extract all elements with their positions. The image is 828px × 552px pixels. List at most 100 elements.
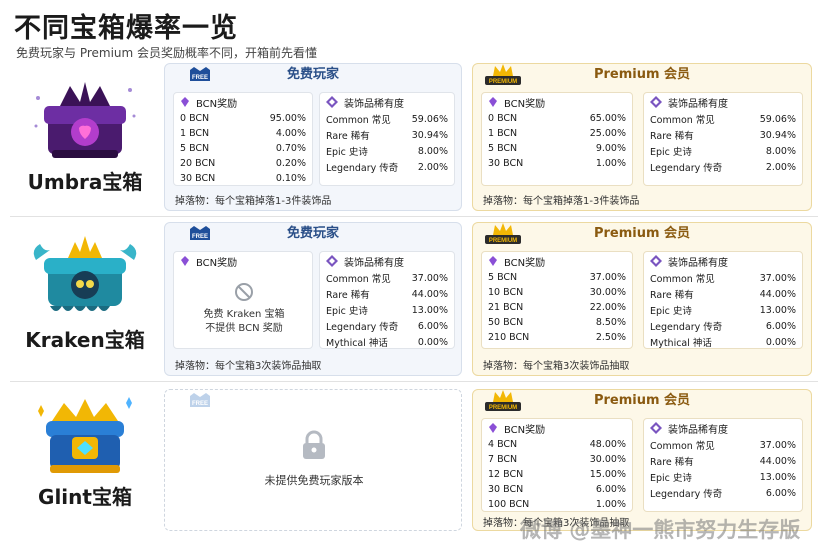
- bcn-panel-header: BCN奖励: [482, 252, 632, 270]
- table-row: Rare 稀有 44.00%: [326, 288, 448, 302]
- table-row: 100 BCN 1.00%: [488, 499, 626, 510]
- rarity-diamond-icon: [650, 96, 662, 108]
- chest-column: Kraken宝箱: [10, 220, 160, 378]
- rarity-diamond-icon: [650, 255, 662, 267]
- bcn-table: 5 BCN 37.00% 10 BCN 30.00% 21 BCN 22.00% 50…: [482, 270, 632, 345]
- bcn-panel-header: BCN奖励: [174, 252, 312, 270]
- bcn-panel: BCN奖励 0 BCN 95.00% 1 BCN 4.00% 5 BCN 0.70% …: [173, 92, 313, 186]
- page-subtitle: 免费玩家与 Premium 会员奖励概率不同，开箱前先看懂: [16, 46, 318, 60]
- table-row: 5 BCN 37.00%: [488, 272, 626, 283]
- table-row: Rare 稀有 30.94%: [650, 129, 796, 143]
- row-divider: [10, 381, 818, 382]
- table-row: 5 BCN 9.00%: [488, 143, 626, 154]
- rarity-panel: 装饰品稀有度 Common 常见 37.00% Rare 稀有 44.00% Epi…: [643, 251, 803, 349]
- table-row: Epic 史诗 8.00%: [326, 145, 448, 159]
- umbra-chest-icon: [34, 82, 136, 158]
- premium-card: PREMIUM Premium 会员 BCN奖励 4 BCN 48.00% 7 B…: [472, 389, 812, 531]
- free-badge-icon: FREE: [190, 393, 210, 407]
- no-entry-icon: [235, 283, 253, 301]
- table-row: 7 BCN 30.00%: [488, 454, 626, 465]
- chest-name: Glint宝箱: [38, 485, 132, 509]
- rarity-panel-header: 装饰品稀有度: [644, 93, 802, 111]
- table-row: Common 常见 37.00%: [326, 272, 448, 286]
- svg-text:FREE: FREE: [192, 401, 208, 407]
- chest-column: Umbra宝箱: [10, 62, 160, 212]
- free-header: 免费玩家: [286, 226, 339, 241]
- table-row: 20 BCN 0.20%: [180, 158, 306, 169]
- rarity-diamond-icon: [326, 255, 338, 267]
- table-row: 30 BCN 6.00%: [488, 484, 626, 495]
- chest-row-umbra: Umbra宝箱 FREE 免费玩家 BCN奖励 0 BCN 95.00% 1 BC…: [10, 62, 818, 212]
- table-row: Epic 史诗 8.00%: [650, 145, 796, 159]
- bcn-table: 0 BCN 65.00% 1 BCN 25.00% 5 BCN 9.00% 30 BC…: [482, 111, 632, 171]
- chest-column: Glint宝箱: [10, 385, 160, 531]
- bcn-table: 4 BCN 48.00% 7 BCN 30.00% 12 BCN 15.00% 30 …: [482, 437, 632, 512]
- rarity-panel-header: 装饰品稀有度: [320, 93, 454, 111]
- no-bcn-note: 免费 Kraken 宝箱 不提供 BCN 奖励: [203, 309, 285, 334]
- bcn-gem-icon: [489, 97, 497, 107]
- table-row: Common 常见 37.00%: [650, 272, 796, 286]
- table-row: Common 常见 59.06%: [650, 113, 796, 127]
- watermark: 微博 @墨神一熊市努力生存版: [520, 518, 801, 542]
- bcn-panel-header: BCN奖励: [482, 419, 632, 437]
- rarity-panel-header: 装饰品稀有度: [644, 252, 802, 270]
- bcn-table: 0 BCN 95.00% 1 BCN 4.00% 5 BCN 0.70% 20 BCN…: [174, 111, 312, 186]
- free-header: 免费玩家: [286, 67, 339, 82]
- table-row: 30 BCN 0.10%: [180, 173, 306, 184]
- chest-row-kraken: Kraken宝箱 FREE 免费玩家 BCN奖励 免费 Kraken 宝箱 不提…: [10, 220, 818, 378]
- premium-header: Premium 会员: [593, 226, 691, 241]
- table-row: 50 BCN 8.50%: [488, 317, 626, 328]
- table-row: Common 常见 59.06%: [326, 113, 448, 127]
- page-title: 不同宝箱爆率一览: [14, 13, 238, 44]
- table-row: 12 BCN 15.00%: [488, 469, 626, 480]
- rarity-diamond-icon: [326, 96, 338, 108]
- table-row: Legendary 传奇 6.00%: [650, 487, 796, 501]
- table-row: 0 BCN 95.00%: [180, 113, 306, 124]
- rarity-panel: 装饰品稀有度 Common 常见 37.00% Rare 稀有 44.00% Epi…: [319, 251, 455, 349]
- rarity-table: Common 常见 59.06% Rare 稀有 30.94% Epic 史诗 8.0…: [320, 111, 454, 175]
- table-row: Legendary 传奇 2.00%: [650, 161, 796, 175]
- lock-icon: [303, 430, 325, 459]
- premium-header: Premium 会员: [593, 67, 691, 82]
- bcn-gem-icon: [489, 423, 497, 433]
- bcn-panel-header: BCN奖励: [174, 93, 312, 111]
- drop-text: 掉落物：每个宝箱掉落1-3件装饰品: [483, 196, 640, 207]
- table-row: 1 BCN 4.00%: [180, 128, 306, 139]
- rarity-panel: 装饰品稀有度 Common 常见 59.06% Rare 稀有 30.94% Epi…: [643, 92, 803, 186]
- table-row: 1 BCN 25.00%: [488, 128, 626, 139]
- rarity-table: Common 常见 59.06% Rare 稀有 30.94% Epic 史诗 8.0…: [644, 111, 802, 175]
- table-row: 210 BCN 2.50%: [488, 332, 626, 343]
- rarity-table: Common 常见 37.00% Rare 稀有 44.00% Epic 史诗 13.…: [644, 437, 802, 501]
- table-row: Common 常见 37.00%: [650, 439, 796, 453]
- rarity-diamond-icon: [650, 422, 662, 434]
- table-row: 5 BCN 0.70%: [180, 143, 306, 154]
- chest-name: Kraken宝箱: [25, 328, 145, 352]
- free-card: FREE 免费玩家 BCN奖励 0 BCN 95.00% 1 BCN 4.00% 5…: [164, 63, 462, 211]
- rarity-table: Common 常见 37.00% Rare 稀有 44.00% Epic 史诗 13.…: [644, 270, 802, 350]
- bcn-panel: BCN奖励 5 BCN 37.00% 10 BCN 30.00% 21 BCN 22.…: [481, 251, 633, 349]
- bcn-gem-icon: [489, 256, 497, 266]
- bcn-gem-icon: [181, 97, 189, 107]
- chest-name: Umbra宝箱: [27, 170, 143, 194]
- table-row: Legendary 传奇 6.00%: [650, 320, 796, 334]
- rarity-panel: 装饰品稀有度 Common 常见 37.00% Rare 稀有 44.00% Epi…: [643, 418, 803, 512]
- rarity-table: Common 常见 37.00% Rare 稀有 44.00% Epic 史诗 13.…: [320, 270, 454, 350]
- table-row: Rare 稀有 30.94%: [326, 129, 448, 143]
- table-row: Legendary 传奇 6.00%: [326, 320, 448, 334]
- rarity-panel-header: 装饰品稀有度: [644, 419, 802, 437]
- bcn-panel: BCN奖励 免费 Kraken 宝箱 不提供 BCN 奖励: [173, 251, 313, 349]
- bcn-panel-header: BCN奖励: [482, 93, 632, 111]
- chest-row-glint: Glint宝箱 FREE 未提供免费玩家版本 PREMIUM Premium 会…: [10, 385, 818, 531]
- glint-chest-icon: [38, 397, 132, 473]
- rarity-panel: 装饰品稀有度 Common 常见 59.06% Rare 稀有 30.94% Epi…: [319, 92, 455, 186]
- table-row: Epic 史诗 13.00%: [650, 304, 796, 318]
- drop-text: 掉落物：每个宝箱3次装饰品抽取: [175, 361, 322, 372]
- table-row: 0 BCN 65.00%: [488, 113, 626, 124]
- table-row: 10 BCN 30.00%: [488, 287, 626, 298]
- bcn-panel: BCN奖励 4 BCN 48.00% 7 BCN 30.00% 12 BCN 15.0…: [481, 418, 633, 512]
- free-card-unavailable: FREE 未提供免费玩家版本: [164, 389, 462, 531]
- drop-text: 掉落物：每个宝箱掉落1-3件装饰品: [175, 196, 332, 207]
- unavailable-note: 未提供免费玩家版本: [264, 474, 364, 487]
- drop-text: 掉落物：每个宝箱3次装饰品抽取: [483, 361, 630, 372]
- premium-header: Premium 会员: [593, 393, 691, 408]
